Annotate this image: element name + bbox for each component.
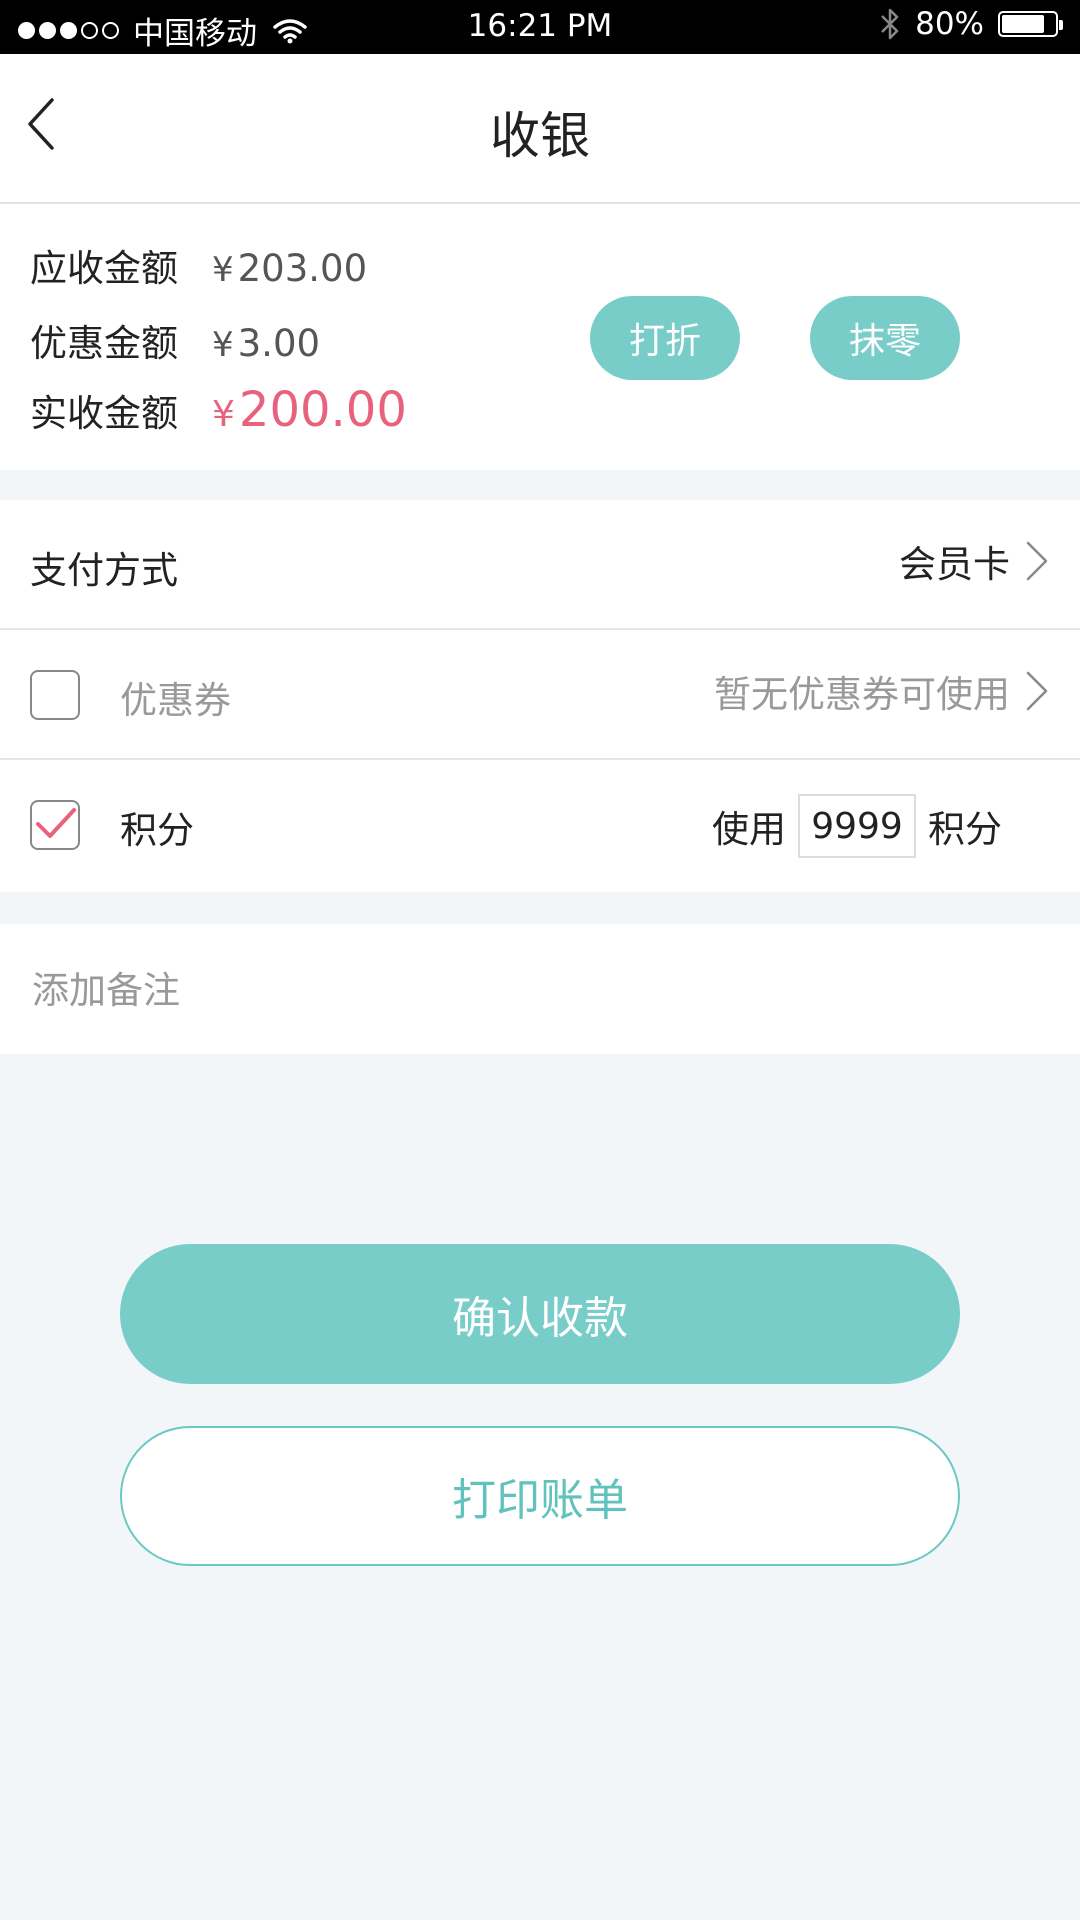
coupon-status: 暂无优惠券可使用 (714, 673, 1010, 716)
confirm-payment-button[interactable]: 确认收款 (120, 1244, 960, 1384)
discount-value: ¥3.00 (212, 322, 320, 365)
payment-method-row[interactable]: 支付方式 会员卡 (0, 500, 1080, 630)
points-usage: 使用 积分 (712, 794, 1002, 858)
page-title: 收银 (490, 107, 590, 165)
payment-method-label: 支付方式 (30, 549, 178, 592)
receivable-number: 203.00 (237, 247, 368, 290)
receivable-amount-row: 应收金额 ¥203.00 (30, 238, 367, 292)
discount-number: 3.00 (237, 322, 321, 365)
points-row: 积分 使用 积分 (0, 760, 1080, 892)
amount-summary: 应收金额 ¥203.00 优惠金额 ¥3.00 实收金额 ¥200.00 打折 … (0, 204, 1080, 470)
discount-label: 优惠金额 (30, 322, 178, 365)
round-off-button[interactable]: 抹零 (810, 296, 960, 380)
receivable-label: 应收金额 (30, 247, 178, 290)
currency-symbol: ¥ (212, 394, 235, 435)
bluetooth-icon (881, 8, 899, 40)
status-bar: 中国移动 16:21 PM 80% (0, 0, 1080, 54)
battery-fill (1002, 15, 1044, 33)
coupon-checkbox[interactable] (30, 670, 80, 720)
note-input[interactable] (30, 954, 1034, 1026)
payment-method-selector[interactable]: 会员卡 (899, 534, 1050, 588)
discount-button[interactable]: 打折 (590, 296, 740, 380)
currency-symbol: ¥ (212, 250, 234, 290)
battery-icon (998, 11, 1063, 37)
actual-label: 实收金额 (30, 392, 178, 435)
navigation-bar: 收银 (0, 54, 1080, 204)
actual-number: 200.00 (238, 382, 407, 438)
chevron-right-icon (1026, 671, 1048, 711)
status-right: 80% (879, 6, 1063, 42)
actual-value: ¥200.00 (212, 382, 407, 438)
points-label: 积分 (120, 809, 194, 852)
points-unit-label: 积分 (928, 808, 1002, 851)
coupon-selector[interactable]: 暂无优惠券可使用 (714, 664, 1050, 718)
currency-symbol: ¥ (212, 325, 234, 365)
note-section (0, 924, 1080, 1054)
actual-amount-row: 实收金额 ¥200.00 (30, 382, 407, 438)
checkmark-icon (36, 808, 76, 838)
points-checkbox[interactable] (30, 800, 80, 850)
battery-percentage: 80% (915, 6, 984, 42)
chevron-right-icon (1026, 541, 1048, 581)
points-use-label: 使用 (712, 808, 786, 851)
points-amount-input[interactable] (798, 794, 916, 858)
discount-amount-row: 优惠金额 ¥3.00 (30, 313, 320, 367)
coupon-label: 优惠券 (120, 679, 231, 722)
receivable-value: ¥203.00 (212, 247, 367, 290)
payment-options-list: 支付方式 会员卡 优惠券 暂无优惠券可使用 积分 使用 积分 (0, 500, 1080, 892)
coupon-row[interactable]: 优惠券 暂无优惠券可使用 (0, 630, 1080, 760)
print-bill-button[interactable]: 打印账单 (120, 1426, 960, 1566)
payment-method-value: 会员卡 (899, 543, 1010, 586)
